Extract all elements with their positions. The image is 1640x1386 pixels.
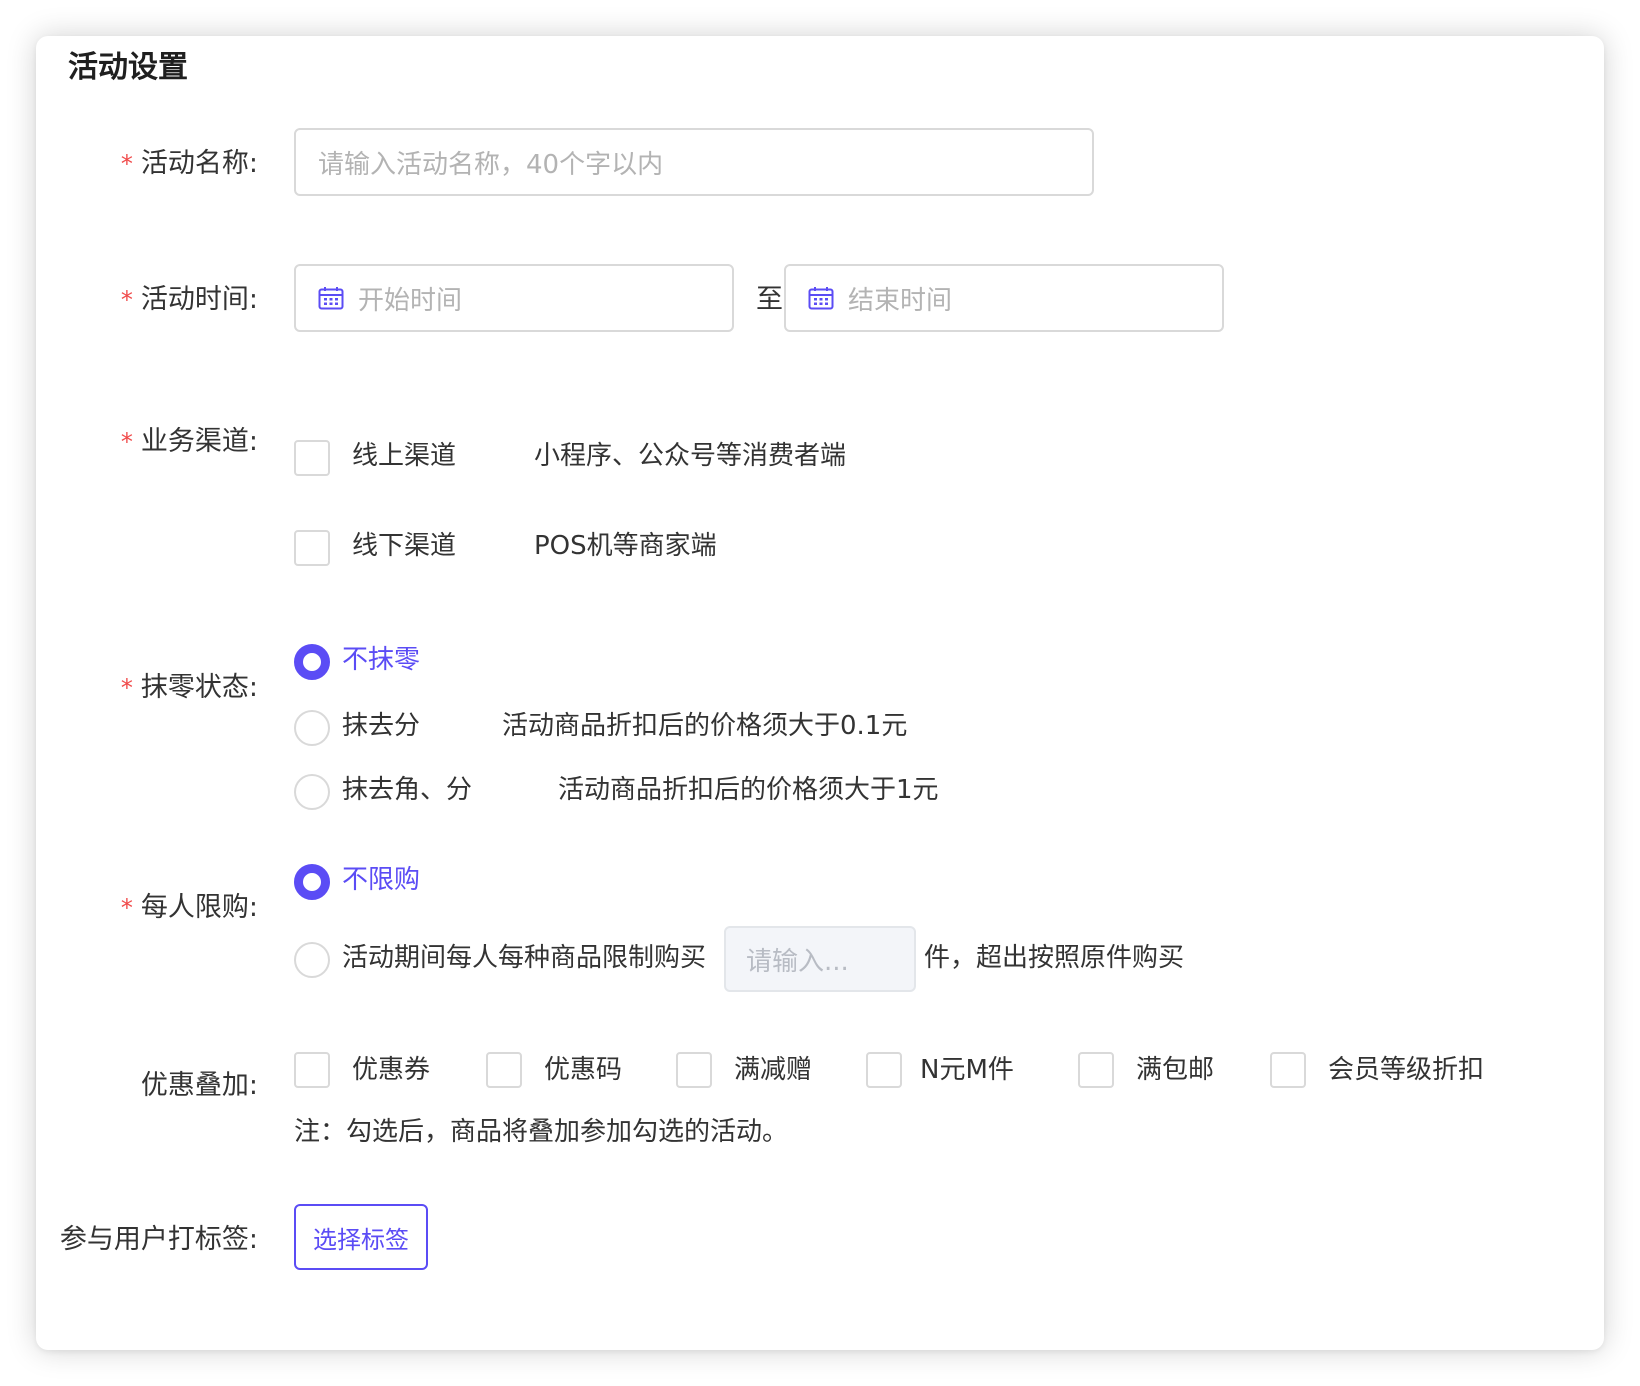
section-title: 活动设置	[68, 50, 188, 85]
end-time-picker[interactable]: 结束时间	[784, 264, 1224, 332]
required-mark: *	[120, 428, 133, 456]
time-separator: 至	[756, 284, 783, 315]
stacking-label: 优惠叠加:	[140, 1070, 258, 1101]
no-rounding-radio[interactable]	[294, 644, 330, 680]
limit-radio[interactable]	[294, 942, 330, 978]
stack-free-shipping-label: 满包邮	[1136, 1055, 1215, 1085]
stack-promo-code-checkbox[interactable]	[486, 1052, 522, 1088]
round-jiao-fen-radio[interactable]	[294, 774, 330, 810]
round-fen-label: 抹去分	[342, 711, 421, 741]
stack-n-yuan-m-items-label: N元M件	[920, 1055, 1014, 1085]
activity-name-label: * 活动名称:	[76, 144, 258, 184]
stack-member-discount-checkbox[interactable]	[1270, 1052, 1306, 1088]
stack-promo-code-label: 优惠码	[544, 1055, 623, 1085]
limit-quantity-input[interactable]: 请输入...	[724, 926, 916, 992]
stack-coupon-label: 优惠券	[352, 1055, 431, 1085]
start-time-picker[interactable]: 开始时间	[294, 264, 734, 332]
online-channel-label: 线上渠道	[352, 441, 457, 471]
online-channel-desc: 小程序、公众号等消费者端	[534, 441, 847, 471]
activity-settings-card: 活动设置 * 活动名称: 请输入活动名称，40个字以内 * 活动时间: 开始时间…	[36, 36, 1604, 1350]
stack-full-reduction-checkbox[interactable]	[676, 1052, 712, 1088]
start-time-placeholder: 开始时间	[358, 285, 463, 316]
required-mark: *	[120, 894, 133, 922]
round-fen-radio[interactable]	[294, 710, 330, 746]
activity-name-placeholder: 请输入活动名称，40个字以内	[318, 149, 664, 180]
channel-label: * 业务渠道:	[76, 422, 258, 462]
no-limit-radio[interactable]	[294, 864, 330, 900]
round-fen-desc: 活动商品折扣后的价格须大于0.1元	[502, 711, 908, 741]
calendar-icon	[808, 287, 834, 310]
required-mark: *	[120, 674, 133, 702]
required-mark: *	[120, 150, 133, 178]
calendar-icon	[318, 287, 344, 310]
offline-channel-checkbox[interactable]	[294, 530, 330, 566]
required-mark: *	[120, 286, 133, 314]
limit-quantity-placeholder: 请输入...	[746, 946, 849, 977]
stack-n-yuan-m-items-checkbox[interactable]	[866, 1052, 902, 1088]
round-jiao-fen-label: 抹去角、分	[342, 775, 473, 805]
no-rounding-label: 不抹零	[342, 645, 421, 675]
no-limit-label: 不限购	[342, 865, 421, 895]
offline-channel-label: 线下渠道	[352, 531, 457, 561]
stack-member-discount-label: 会员等级折扣	[1328, 1055, 1485, 1085]
stacking-note: 注：勾选后，商品将叠加参加勾选的活动。	[294, 1117, 789, 1147]
online-channel-checkbox[interactable]	[294, 440, 330, 476]
rounding-label: * 抹零状态:	[76, 668, 258, 708]
stack-full-reduction-label: 满减赠	[734, 1055, 813, 1085]
user-tag-label: 参与用户打标签:	[59, 1224, 258, 1255]
limit-option-label: 活动期间每人每种商品限制购买	[342, 943, 707, 973]
limit-suffix: 件，超出按照原件购买	[924, 943, 1185, 973]
round-jiao-fen-desc: 活动商品折扣后的价格须大于1元	[558, 775, 939, 805]
purchase-limit-label: * 每人限购:	[76, 888, 258, 928]
stack-free-shipping-checkbox[interactable]	[1078, 1052, 1114, 1088]
select-tag-button[interactable]: 选择标签	[294, 1204, 428, 1270]
stack-coupon-checkbox[interactable]	[294, 1052, 330, 1088]
activity-name-input[interactable]: 请输入活动名称，40个字以内	[294, 128, 1094, 196]
end-time-placeholder: 结束时间	[848, 285, 953, 316]
offline-channel-desc: POS机等商家端	[534, 531, 717, 561]
activity-time-label: * 活动时间:	[76, 280, 258, 320]
